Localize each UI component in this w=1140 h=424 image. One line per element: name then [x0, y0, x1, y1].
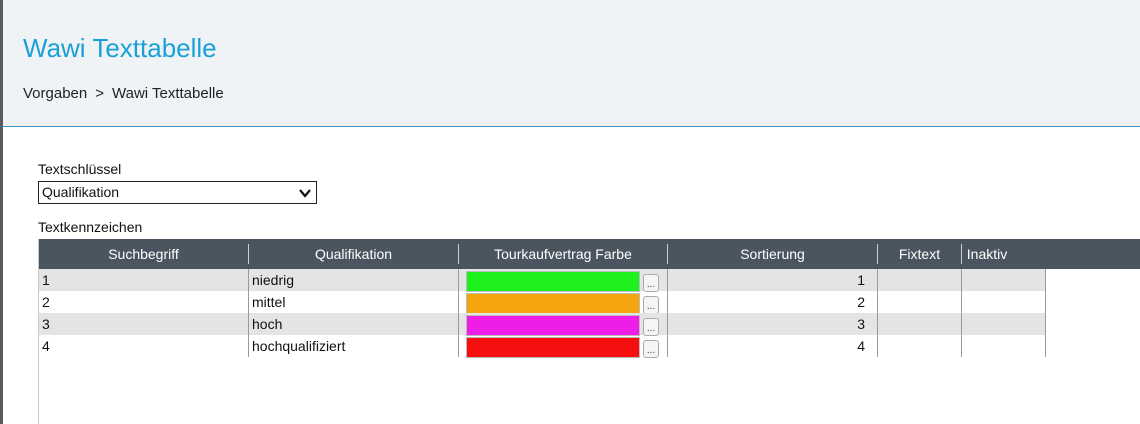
- color-swatch[interactable]: [466, 337, 640, 358]
- cell-sortierung[interactable]: 4: [668, 335, 865, 357]
- color-picker-button[interactable]: ...: [643, 274, 659, 292]
- table-header-row: Suchbegriff Qualifikation Tourkaufvertra…: [39, 239, 1140, 269]
- text-key-label: Textschlüssel: [38, 161, 122, 177]
- chevron-down-icon: [299, 189, 311, 198]
- cell-qualifikation[interactable]: mittel: [252, 291, 285, 313]
- grid-line: [877, 269, 878, 357]
- page-header: Wawi Texttabelle Vorgaben > Wawi Texttabel…: [0, 0, 1140, 127]
- text-flags-table: Suchbegriff Qualifikation Tourkaufvertra…: [38, 239, 1140, 424]
- text-key-select[interactable]: Qualifikation: [38, 181, 317, 204]
- text-flags-label: Textkennzeichen: [38, 219, 143, 235]
- cell-qualifikation[interactable]: hoch: [252, 313, 282, 335]
- color-swatch[interactable]: [466, 315, 640, 336]
- cell-qualifikation[interactable]: niedrig: [252, 269, 294, 291]
- cell-sortierung[interactable]: 3: [668, 313, 865, 335]
- grid-line: [248, 269, 249, 357]
- grid-line: [667, 269, 668, 357]
- breadcrumb-separator: >: [95, 85, 104, 102]
- column-header-inaktiv[interactable]: Inaktiv: [962, 239, 1012, 269]
- table-row[interactable]: 1 niedrig ... 1: [39, 269, 1045, 292]
- cell-suchbegriff[interactable]: 3: [42, 313, 50, 335]
- column-header-suchbegriff[interactable]: Suchbegriff: [39, 239, 248, 269]
- column-header-farbe[interactable]: Tourkaufvertrag Farbe: [459, 239, 667, 269]
- grid-line: [458, 269, 459, 357]
- cell-suchbegriff[interactable]: 2: [42, 291, 50, 313]
- cell-qualifikation[interactable]: hochqualifiziert: [252, 335, 345, 357]
- table-row[interactable]: 3 hoch ... 3: [39, 313, 1045, 336]
- table-row[interactable]: 2 mittel ... 2: [39, 291, 1045, 314]
- breadcrumb-item-vorgaben[interactable]: Vorgaben: [23, 85, 87, 102]
- breadcrumb-item-current: Wawi Texttabelle: [112, 85, 224, 102]
- color-picker-button[interactable]: ...: [643, 296, 659, 314]
- cell-suchbegriff[interactable]: 4: [42, 335, 50, 357]
- page-title: Wawi Texttabelle: [23, 33, 217, 63]
- grid-line: [961, 269, 962, 357]
- cell-sortierung[interactable]: 2: [668, 291, 865, 313]
- color-swatch[interactable]: [466, 271, 640, 292]
- column-header-sortierung[interactable]: Sortierung: [668, 239, 877, 269]
- cell-sortierung[interactable]: 1: [668, 269, 865, 291]
- grid-line: [1045, 269, 1046, 357]
- color-swatch[interactable]: [466, 293, 640, 314]
- table-row[interactable]: 4 hochqualifiziert ... 4: [39, 335, 1045, 358]
- cell-suchbegriff[interactable]: 1: [42, 269, 50, 291]
- color-picker-button[interactable]: ...: [643, 340, 659, 358]
- column-header-qualifikation[interactable]: Qualifikation: [249, 239, 458, 269]
- color-picker-button[interactable]: ...: [643, 318, 659, 336]
- text-key-select-value: Qualifikation: [42, 184, 120, 200]
- breadcrumb: Vorgaben > Wawi Texttabelle: [23, 85, 224, 102]
- column-header-fixtext[interactable]: Fixtext: [878, 239, 961, 269]
